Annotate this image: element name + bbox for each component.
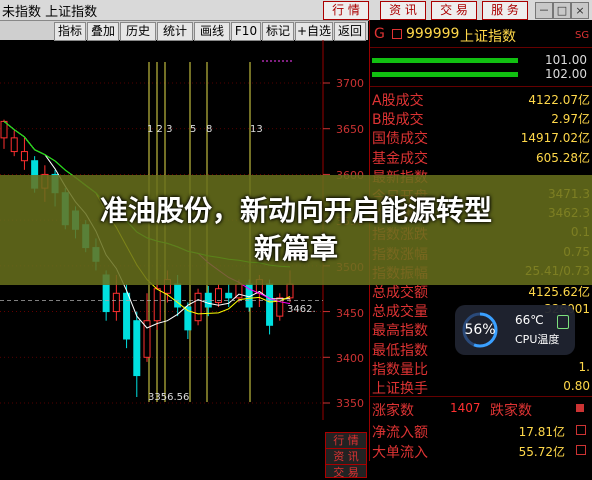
- divider: [370, 86, 592, 87]
- market-marker: G: [374, 26, 385, 42]
- stat-value: 0.80: [563, 379, 590, 393]
- cpu-temperature-value: 66℃: [515, 313, 544, 327]
- cpu-temperature-label: CPU温度: [515, 333, 560, 346]
- last-price-label: 3462.: [287, 304, 316, 315]
- tab-service[interactable]: 服 务: [482, 1, 528, 20]
- index-code: 999999: [406, 26, 460, 42]
- fib-annotation: 8: [206, 124, 213, 135]
- sell-value: 102.00: [545, 67, 587, 81]
- square-icon: [392, 29, 402, 39]
- y-tick-label: 3400: [336, 352, 364, 365]
- stat-label: 最低指数: [372, 342, 428, 359]
- y-tick-label: 3450: [336, 307, 364, 320]
- bottom-tab-trade[interactable]: 交 易: [325, 464, 367, 479]
- chart-toolbar: 指标 叠加 历史 统计 画线 F10 标记 +自选 返回: [0, 21, 368, 41]
- stat-value: 2.97亿: [551, 112, 590, 127]
- stat-label: A股成交: [372, 93, 424, 109]
- history-button[interactable]: 历史: [120, 22, 156, 41]
- square-icon: [576, 404, 584, 412]
- stat-label: 基金成交: [372, 150, 428, 167]
- stat-value: 4125.62亿: [528, 285, 590, 299]
- net-inflow-value: 17.81亿: [518, 425, 565, 439]
- y-tick-label: 3650: [336, 123, 364, 136]
- maximize-icon[interactable]: □: [553, 2, 571, 19]
- stat-label: 总成交额: [372, 285, 428, 301]
- divider: [370, 396, 592, 397]
- f10-button[interactable]: F10: [231, 22, 261, 41]
- buy-value: 101.00: [545, 53, 587, 67]
- title-bar: 未指数 上证指数 行 情 资 讯 交 易 服 务 － □ ×: [0, 0, 592, 21]
- fib-annotation: 13: [250, 124, 263, 135]
- stat-label: 指数量比: [372, 361, 428, 378]
- y-tick-label: 3350: [336, 397, 364, 410]
- chip-icon: [557, 315, 569, 329]
- buy-volume-bar: [372, 58, 518, 63]
- stat-label: 上证换手: [372, 381, 428, 397]
- large-order-value: 55.72亿: [518, 445, 565, 459]
- close-icon[interactable]: ×: [571, 2, 589, 19]
- fib-annotation: 5: [190, 124, 197, 135]
- stat-label: 总成交量: [372, 304, 428, 321]
- overlay-button[interactable]: 叠加: [87, 22, 119, 41]
- divider: [370, 47, 592, 48]
- stat-value: 1.: [578, 359, 590, 374]
- back-button[interactable]: 返回: [334, 22, 366, 41]
- minimize-icon[interactable]: －: [535, 2, 553, 19]
- tab-trade[interactable]: 交 易: [431, 1, 477, 20]
- headline-line-1: 准油股份，新动向开启能源转型: [99, 194, 492, 227]
- fib-annotation: 1 2 3: [147, 124, 173, 135]
- window-title: 未指数 上证指数: [2, 5, 98, 20]
- tab-quotes[interactable]: 行 情: [323, 1, 369, 20]
- sell-volume-bar: [372, 72, 518, 77]
- mark-button[interactable]: 标记: [262, 22, 294, 41]
- square-icon: [576, 445, 586, 455]
- decliners-label: 跌家数: [490, 403, 532, 419]
- add-favorite-button[interactable]: +自选: [295, 22, 333, 41]
- bottom-tab-bar: 行 情 资 讯 交 易: [0, 420, 368, 479]
- advancers-value: 1407: [450, 401, 481, 415]
- cpu-usage-percent: 56%: [464, 322, 496, 338]
- stat-label: B股成交: [372, 112, 424, 129]
- y-tick-label: 3700: [336, 77, 364, 90]
- indicator-button[interactable]: 指标: [54, 22, 86, 41]
- stat-value: 605.28亿: [536, 150, 590, 165]
- large-order-label: 大单流入: [372, 445, 428, 461]
- stat-label: 最高指数: [372, 323, 428, 340]
- low-price-label: 3356.56: [148, 392, 190, 403]
- advancers-label: 涨家数: [372, 403, 414, 419]
- stat-value: 4122.07亿: [528, 93, 590, 107]
- headline-line-2: 新篇章: [253, 232, 338, 265]
- stat-label: 国债成交: [372, 131, 428, 148]
- headline-text: 准油股份，新动向开启能源转型 新篇章: [0, 192, 592, 268]
- bottom-tab-news[interactable]: 资 讯: [325, 448, 367, 465]
- bottom-tab-quotes[interactable]: 行 情: [325, 432, 367, 449]
- cpu-temperature-widget[interactable]: 56% 66℃ CPU温度: [455, 305, 575, 355]
- statistics-button[interactable]: 统计: [157, 22, 193, 41]
- square-icon: [576, 425, 586, 435]
- tab-news[interactable]: 资 讯: [380, 1, 426, 20]
- net-inflow-label: 净流入额: [372, 425, 428, 441]
- stat-value: 14917.02亿: [520, 131, 590, 146]
- sg-label: SG: [575, 30, 590, 41]
- draw-line-button[interactable]: 画线: [194, 22, 230, 41]
- index-name: 上证指数: [460, 29, 516, 45]
